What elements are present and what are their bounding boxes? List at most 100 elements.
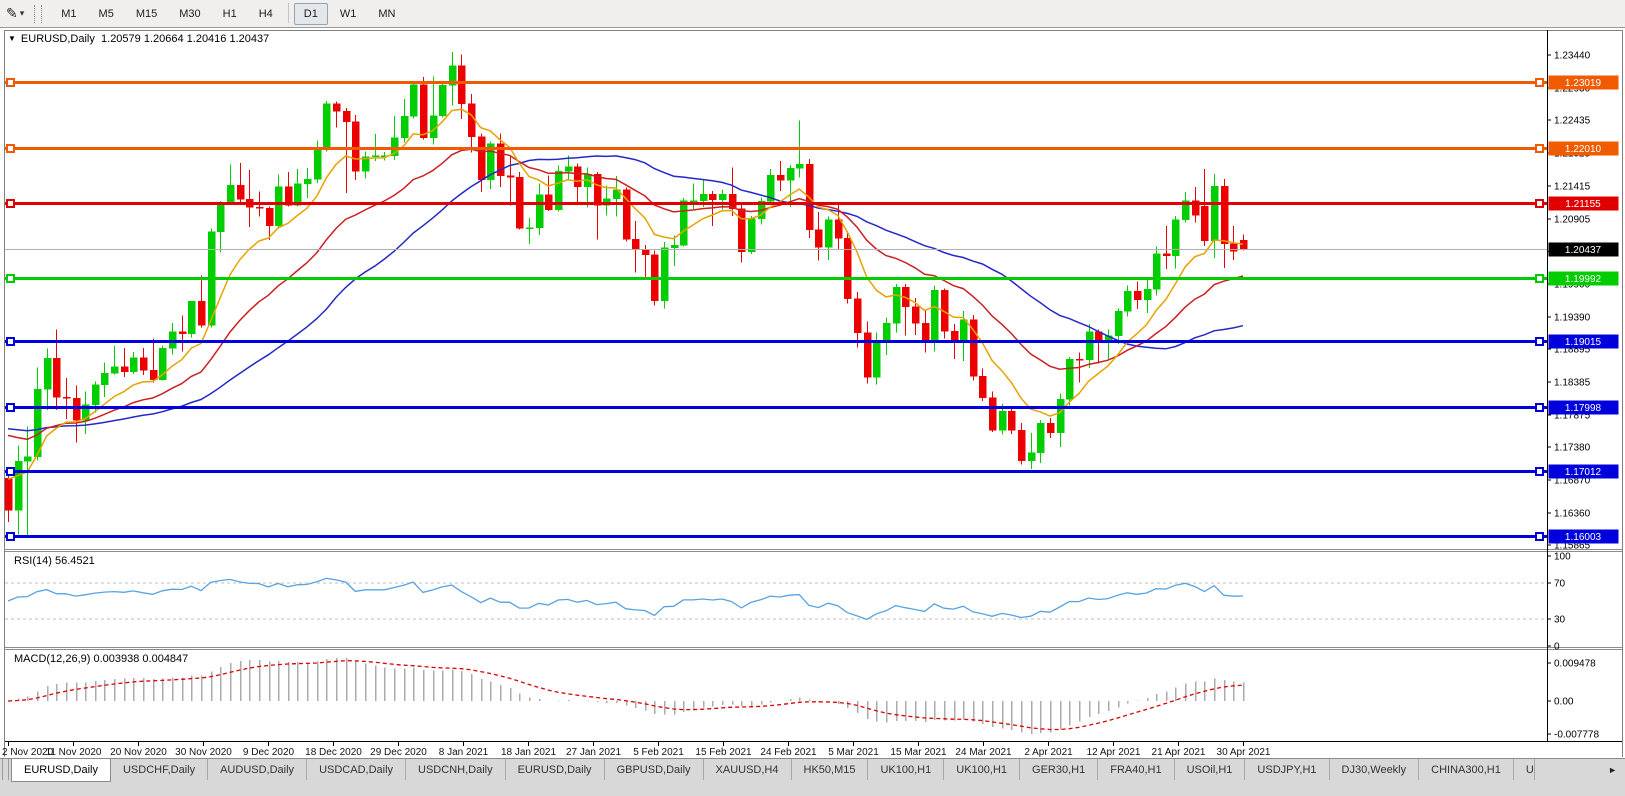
toolbar-grip-handle[interactable] [34, 5, 42, 23]
timeframe-button-group: M1M5M15M30H1H4 D1W1MN [50, 3, 406, 25]
chart-tab-usdcnh-daily[interactable]: USDCNH,Daily [406, 759, 506, 780]
line-anchor-handle[interactable] [1536, 145, 1543, 152]
chart-tab-usdjpy-h1[interactable]: USDJPY,H1 [1245, 759, 1329, 780]
timeframe-button-m1[interactable]: M1 [51, 3, 86, 25]
chart-tab-u[interactable]: U [1514, 759, 1535, 780]
svg-text:21 Apr 2021: 21 Apr 2021 [1152, 747, 1206, 758]
svg-text:18 Jan 2021: 18 Jan 2021 [501, 747, 556, 758]
timeframe-button-d1[interactable]: D1 [294, 3, 328, 25]
line-anchor-handle[interactable] [7, 275, 14, 282]
svg-text:1.23019: 1.23019 [1565, 78, 1602, 89]
svg-text:20 Nov 2020: 20 Nov 2020 [110, 747, 167, 758]
svg-text:2 Apr 2021: 2 Apr 2021 [1024, 747, 1073, 758]
svg-text:1.21415: 1.21415 [1554, 181, 1591, 192]
chart-tab-xauusd-h4[interactable]: XAUUSD,H4 [704, 759, 792, 780]
svg-text:15 Mar 2021: 15 Mar 2021 [890, 747, 947, 758]
line-anchor-handle[interactable] [1536, 404, 1543, 411]
chart-tab-fra40-h1[interactable]: FRA40,H1 [1098, 759, 1174, 780]
chart-tab-ger30-h1[interactable]: GER30,H1 [1020, 759, 1098, 780]
svg-text:1.19992: 1.19992 [1565, 274, 1602, 285]
svg-text:18 Dec 2020: 18 Dec 2020 [305, 747, 362, 758]
timeframe-button-mn[interactable]: MN [368, 3, 405, 25]
svg-text:15 Feb 2021: 15 Feb 2021 [695, 747, 752, 758]
svg-text:30 Nov 2020: 30 Nov 2020 [175, 747, 232, 758]
svg-text:1.20437: 1.20437 [1565, 245, 1602, 256]
svg-text:1.19390: 1.19390 [1554, 312, 1591, 323]
timeframe-button-h4[interactable]: H4 [249, 3, 283, 25]
svg-text:1.17998: 1.17998 [1565, 403, 1602, 414]
chart-canvas[interactable]: 1.234401.229301.224351.219251.214151.209… [0, 0, 1625, 796]
svg-text:29 Dec 2020: 29 Dec 2020 [370, 747, 427, 758]
tabs-container: EURUSD,DailyUSDCHF,DailyAUDUSD,DailyUSDC… [11, 759, 1535, 782]
line-anchor-handle[interactable] [7, 200, 14, 207]
svg-text:1.20905: 1.20905 [1554, 214, 1591, 225]
svg-text:1.22010: 1.22010 [1565, 144, 1602, 155]
chart-tab-usoil-h1[interactable]: USOil,H1 [1175, 759, 1246, 780]
chart-tab-uk100-h1[interactable]: UK100,H1 [944, 759, 1020, 780]
svg-text:1.16003: 1.16003 [1565, 532, 1602, 543]
svg-text:0.00: 0.00 [1554, 697, 1574, 708]
timeframe-button-m30[interactable]: M30 [169, 3, 210, 25]
crosshair-tool-icon[interactable]: ✎ [6, 5, 18, 22]
svg-text:9 Dec 2020: 9 Dec 2020 [243, 747, 295, 758]
line-anchor-handle[interactable] [7, 145, 14, 152]
toolbar-separator [288, 3, 289, 23]
svg-text:30 Apr 2021: 30 Apr 2021 [1217, 747, 1271, 758]
top-toolbar: ✎ ▾ M1M5M15M30H1H4 D1W1MN [0, 0, 1625, 28]
chart-tab-gbpusd-daily[interactable]: GBPUSD,Daily [605, 759, 704, 780]
svg-text:1.23440: 1.23440 [1554, 51, 1591, 62]
chart-title[interactable]: ▼ EURUSD,Daily 1.20579 1.20664 1.20416 1.… [8, 33, 269, 45]
line-anchor-handle[interactable] [1536, 338, 1543, 345]
line-anchor-handle[interactable] [1536, 533, 1543, 540]
line-anchor-handle[interactable] [1536, 200, 1543, 207]
line-anchor-handle[interactable] [1536, 468, 1543, 475]
svg-text:11 Nov 2020: 11 Nov 2020 [46, 747, 102, 758]
chart-tab-hk50-m15[interactable]: HK50,M15 [792, 759, 869, 780]
chart-tab-dj30-weekly[interactable]: DJ30,Weekly [1330, 759, 1420, 780]
svg-text:12 Apr 2021: 12 Apr 2021 [1087, 747, 1141, 758]
line-anchor-handle[interactable] [7, 468, 14, 475]
line-anchor-handle[interactable] [7, 338, 14, 345]
chart-tab-uk100-h1[interactable]: UK100,H1 [868, 759, 944, 780]
line-anchor-handle[interactable] [7, 79, 14, 86]
chart-tab-eurusd-daily[interactable]: EURUSD,Daily [506, 759, 605, 780]
chart-symbol-label: EURUSD,Daily [21, 33, 95, 45]
chart-tab-bar: EURUSD,DailyUSDCHF,DailyAUDUSD,DailyUSDC… [0, 758, 1625, 796]
svg-text:1.19015: 1.19015 [1565, 337, 1602, 348]
timeframe-button-m15[interactable]: M15 [126, 3, 167, 25]
line-anchor-handle[interactable] [7, 404, 14, 411]
svg-text:1.16360: 1.16360 [1554, 508, 1591, 519]
macd-indicator-label: MACD(12,26,9) 0.003938 0.004847 [14, 653, 188, 665]
svg-text:8 Jan 2021: 8 Jan 2021 [439, 747, 489, 758]
svg-text:1.18385: 1.18385 [1554, 377, 1591, 388]
chevron-down-icon[interactable]: ▾ [20, 8, 25, 19]
svg-text:27 Jan 2021: 27 Jan 2021 [566, 747, 621, 758]
timeframe-button-w1[interactable]: W1 [330, 3, 367, 25]
svg-text:5 Feb 2021: 5 Feb 2021 [633, 747, 684, 758]
svg-text:24 Mar 2021: 24 Mar 2021 [955, 747, 1012, 758]
tab-scroll-right-icon[interactable]: ► [1600, 759, 1625, 780]
svg-text:24 Feb 2021: 24 Feb 2021 [760, 747, 817, 758]
chart-tab-eurusd-daily[interactable]: EURUSD,Daily [11, 759, 111, 782]
tabbar-grip-handle[interactable] [2, 759, 9, 780]
chart-tab-usdchf-daily[interactable]: USDCHF,Daily [111, 759, 208, 780]
chart-ohlc-values: 1.20579 1.20664 1.20416 1.20437 [101, 33, 269, 45]
svg-text:1.17012: 1.17012 [1565, 467, 1602, 478]
svg-text:30: 30 [1554, 615, 1566, 626]
timeframe-button-h1[interactable]: H1 [213, 3, 247, 25]
svg-text:1.22435: 1.22435 [1554, 116, 1591, 127]
collapse-triangle-icon[interactable]: ▼ [8, 34, 16, 43]
line-anchor-handle[interactable] [7, 533, 14, 540]
line-anchor-handle[interactable] [1536, 275, 1543, 282]
line-anchor-handle[interactable] [1536, 79, 1543, 86]
svg-text:70: 70 [1554, 579, 1566, 590]
svg-text:1.17380: 1.17380 [1554, 443, 1591, 454]
chart-tab-audusd-daily[interactable]: AUDUSD,Daily [208, 759, 307, 780]
chart-tab-usdcad-daily[interactable]: USDCAD,Daily [307, 759, 406, 780]
svg-text:0: 0 [1554, 642, 1560, 653]
chart-tab-china300-h1[interactable]: CHINA300,H1 [1419, 759, 1514, 780]
timeframe-button-m5[interactable]: M5 [89, 3, 124, 25]
svg-text:100: 100 [1554, 552, 1571, 563]
rsi-indicator-label: RSI(14) 56.4521 [14, 555, 95, 567]
svg-text:0.009478: 0.009478 [1554, 659, 1596, 670]
